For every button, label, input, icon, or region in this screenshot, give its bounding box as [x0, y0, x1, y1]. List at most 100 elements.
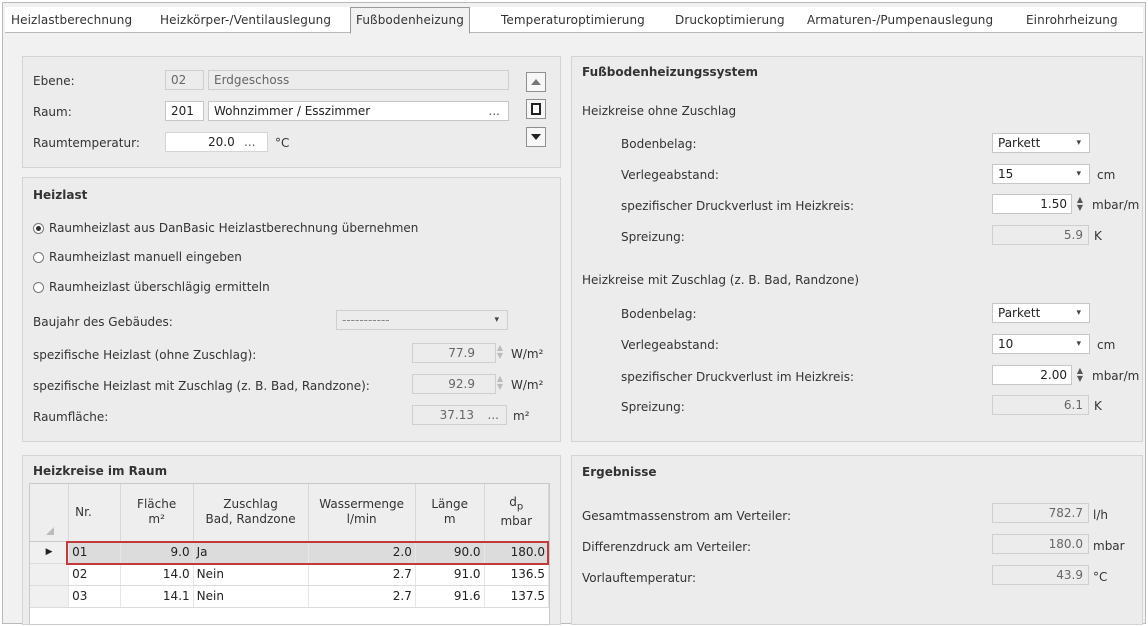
- ebene-name: Erdgeschoss: [208, 70, 509, 90]
- bodenbelag-label: Bodenbelag:: [621, 137, 697, 151]
- druckverlust2-spinner[interactable]: ▲ ▼: [1074, 367, 1086, 385]
- verlegeabstand2-label: Verlegeabstand:: [621, 338, 719, 352]
- radio-label: Raumheizlast manuell eingeben: [49, 250, 242, 264]
- col-nr: Nr.: [68, 484, 121, 542]
- raumflaeche-label: Raumfläche:: [33, 410, 109, 424]
- tab-einrohrheizung[interactable]: Einrohrheizung: [1026, 10, 1118, 32]
- heizkreise-table: Nr. Fläche m² Zuschlag Bad, Randzone Wasse…: [30, 484, 550, 608]
- tab-heizkoerper[interactable]: Heizkörper-/Ventilauslegung: [160, 10, 331, 32]
- cell-wassermenge: 2.7: [308, 563, 416, 586]
- spreizung2-value: 6.1: [992, 395, 1089, 415]
- spez-heizlast-zuschlag-unit: W/m²: [511, 378, 544, 392]
- col-zuschlag-label: Zuschlag: [223, 497, 278, 512]
- cell-laenge: 90.0: [415, 541, 485, 564]
- col-dp-sub: p: [516, 501, 524, 513]
- druckverlust-spinner[interactable]: ▲ ▼: [1074, 196, 1086, 214]
- spez-heizlast-value: 77.9: [412, 343, 496, 363]
- druckverlust-label: spezifischer Druckverlust im Heizkreis:: [621, 199, 854, 213]
- raumflaeche-field: 37.13...: [412, 405, 507, 425]
- massenstrom-value: 782.7: [992, 503, 1089, 523]
- row-selector[interactable]: [30, 585, 70, 608]
- raumtemperatur-field[interactable]: 20.0...: [165, 132, 268, 152]
- radio-selected-icon: [33, 222, 44, 234]
- radio-unselected-icon: [33, 281, 44, 293]
- verlegeabstand-select[interactable]: 15: [992, 164, 1090, 184]
- massenstrom-unit: l/h: [1093, 508, 1108, 522]
- differenzdruck-value: 180.0: [992, 534, 1089, 554]
- tab-druckoptimierung[interactable]: Druckoptimierung: [675, 10, 785, 32]
- table-row[interactable]: ▶ 01 9.0 Ja 2.0 90.0 180.0: [30, 541, 550, 564]
- group1-title: Heizkreise ohne Zuschlag: [582, 104, 737, 118]
- raum-name-field[interactable]: Wohnzimmer / Esszimmer...: [208, 101, 509, 121]
- bodenbelag2-select[interactable]: Parkett: [992, 303, 1090, 323]
- cell-wassermenge: 2.7: [308, 585, 416, 608]
- druckverlust-input[interactable]: 1.50: [992, 194, 1072, 214]
- tab-heizlastberechnung[interactable]: Heizlastberechnung: [11, 10, 132, 32]
- document-icon: [531, 103, 541, 115]
- fbh-system-title: Fußbodenheizungssystem: [582, 65, 758, 79]
- bodenbelag-select[interactable]: Parkett: [992, 133, 1090, 153]
- ebene-number: 02: [165, 70, 204, 90]
- table-row[interactable]: 03 14.1 Nein 2.7 91.6 137.5: [30, 585, 550, 608]
- raum-label: Raum:: [33, 105, 72, 119]
- radio-heizlast-ueberschlaegig[interactable]: Raumheizlast überschlägig ermitteln: [33, 280, 270, 294]
- previous-room-button[interactable]: [526, 72, 546, 92]
- col-zuschlag-sub: Bad, Randzone: [205, 512, 296, 527]
- spreizung-unit: K: [1094, 229, 1102, 243]
- radio-heizlast-uebernehmen[interactable]: Raumheizlast aus DanBasic Heizlastberech…: [33, 221, 418, 235]
- cell-zuschlag: Nein: [193, 585, 309, 608]
- verlegeabstand2-select[interactable]: 10: [992, 334, 1090, 354]
- tab-bar: Heizlastberechnung Heizkörper-/Ventilaus…: [5, 7, 1143, 34]
- current-room-button[interactable]: [526, 99, 546, 119]
- next-room-button[interactable]: [526, 127, 546, 147]
- baujahr-select[interactable]: -----------: [336, 310, 508, 330]
- druckverlust-unit: mbar/m: [1092, 198, 1140, 212]
- col-laenge-unit: m: [443, 512, 456, 527]
- col-zuschlag: Zuschlag Bad, Randzone: [193, 484, 309, 542]
- raumflaeche-unit: m²: [513, 409, 530, 423]
- col-laenge-label: Länge: [431, 497, 469, 512]
- raum-name: Wohnzimmer / Esszimmer: [214, 104, 371, 118]
- radio-heizlast-manuell[interactable]: Raumheizlast manuell eingeben: [33, 250, 242, 264]
- vorlauftemperatur-unit: °C: [1093, 570, 1108, 584]
- massenstrom-label: Gesamtmassenstrom am Verteiler:: [582, 509, 792, 523]
- cell-wassermenge: 2.0: [308, 541, 416, 564]
- spinner-icon: ▲ ▼: [496, 374, 504, 391]
- cell-flaeche: 14.0: [120, 563, 194, 586]
- arrow-up-icon: [531, 79, 541, 85]
- cell-nr: 01: [68, 541, 121, 564]
- cell-nr: 02: [68, 563, 121, 586]
- spreizung2-label: Spreizung:: [621, 400, 685, 414]
- col-flaeche-label: Fläche: [137, 497, 177, 512]
- row-selector[interactable]: [30, 563, 70, 586]
- cell-flaeche: 9.0: [120, 541, 194, 564]
- bodenbelag2-label: Bodenbelag:: [621, 307, 697, 321]
- spez-heizlast-zuschlag-value: 92.9: [412, 374, 496, 394]
- heizkreise-title: Heizkreise im Raum: [33, 464, 168, 478]
- cell-laenge: 91.6: [415, 585, 485, 608]
- druckverlust2-input[interactable]: 2.00: [992, 365, 1072, 385]
- raumtemperatur-browse-button[interactable]: ...: [244, 133, 255, 151]
- table-row[interactable]: 02 14.0 Nein 2.7 91.0 136.5: [30, 563, 550, 586]
- raumtemperatur-value: 20.0: [208, 135, 235, 149]
- cell-nr: 03: [68, 585, 121, 608]
- tab-fussbodenheizung[interactable]: Fußbodenheizung: [350, 7, 470, 34]
- raumtemperatur-label: Raumtemperatur:: [33, 136, 140, 150]
- col-wasser-unit: l/min: [346, 512, 377, 527]
- cell-laenge: 91.0: [415, 563, 485, 586]
- grid-corner: [30, 484, 70, 542]
- row-selector-arrow-icon[interactable]: ▶: [30, 541, 70, 564]
- radio-unselected-icon: [33, 251, 44, 263]
- spreizung-label: Spreizung:: [621, 230, 685, 244]
- col-dp-d: d: [509, 495, 517, 510]
- tab-armaturen[interactable]: Armaturen-/Pumpenauslegung: [807, 10, 993, 32]
- cell-dp: 180.0: [484, 541, 550, 564]
- ergebnisse-title: Ergebnisse: [582, 465, 657, 479]
- tab-temperaturoptimierung[interactable]: Temperaturoptimierung: [501, 10, 645, 32]
- ebene-label: Ebene:: [33, 74, 75, 88]
- differenzdruck-unit: mbar: [1093, 539, 1125, 553]
- differenzdruck-label: Differenzdruck am Verteiler:: [582, 540, 752, 554]
- raum-browse-button[interactable]: ...: [489, 102, 500, 120]
- raum-number[interactable]: 201: [165, 101, 204, 121]
- col-dp-label: dp: [485, 495, 548, 514]
